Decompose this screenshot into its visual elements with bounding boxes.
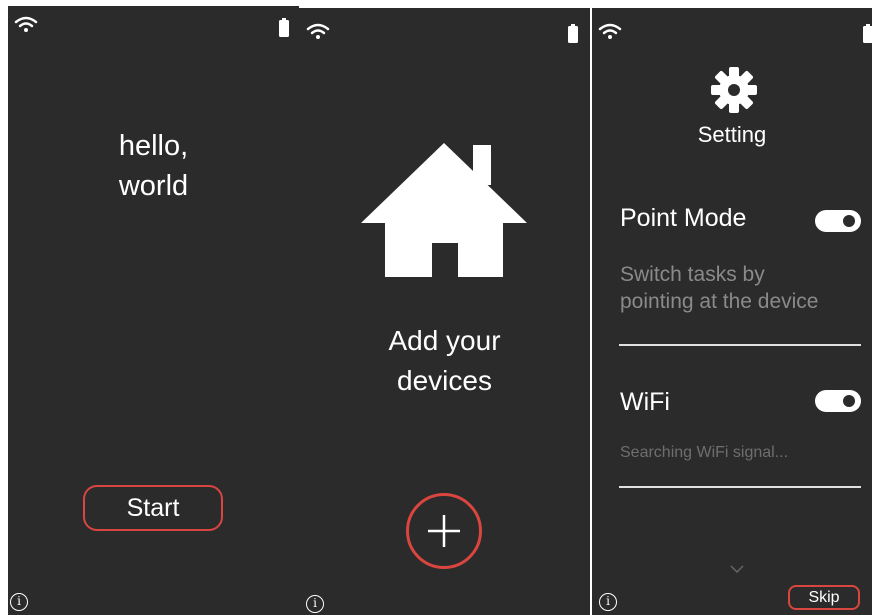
add-devices-screen: Add your devices i xyxy=(299,8,590,615)
divider xyxy=(619,344,861,346)
wifi-label: WiFi xyxy=(620,388,670,416)
wifi-toggle[interactable] xyxy=(815,390,861,412)
toggle-knob xyxy=(843,215,855,227)
add-devices-prompt: Add your devices xyxy=(388,325,501,396)
skip-button[interactable]: Skip xyxy=(788,585,860,610)
info-icon[interactable]: i xyxy=(599,593,617,611)
point-mode-toggle[interactable] xyxy=(815,210,861,232)
welcome-screen: hello, world Start i xyxy=(8,6,299,615)
start-button[interactable]: Start xyxy=(83,485,223,531)
battery-icon xyxy=(568,24,578,43)
add-device-button[interactable] xyxy=(406,493,482,569)
greeting-text: hello, world xyxy=(118,130,189,202)
wifi-icon xyxy=(598,23,622,39)
divider xyxy=(619,486,861,488)
house-icon xyxy=(361,143,527,277)
chevron-down-icon[interactable] xyxy=(730,565,744,573)
page-title: Setting xyxy=(697,122,767,147)
info-icon[interactable]: i xyxy=(306,595,324,613)
battery-icon xyxy=(863,24,872,43)
info-icon[interactable]: i xyxy=(10,593,28,611)
wifi-status-text: Searching WiFi signal... xyxy=(620,444,789,461)
battery-icon xyxy=(279,18,289,37)
point-mode-description: Switch tasks by pointing at the device xyxy=(620,263,819,313)
plus-icon xyxy=(428,515,460,547)
wifi-icon xyxy=(14,16,38,32)
toggle-knob xyxy=(843,395,855,407)
point-mode-label: Point Mode xyxy=(620,204,747,232)
settings-screen: Setting Point Mode Switch tasks by point… xyxy=(592,8,872,615)
wifi-icon xyxy=(306,23,330,39)
gear-icon xyxy=(711,67,757,113)
